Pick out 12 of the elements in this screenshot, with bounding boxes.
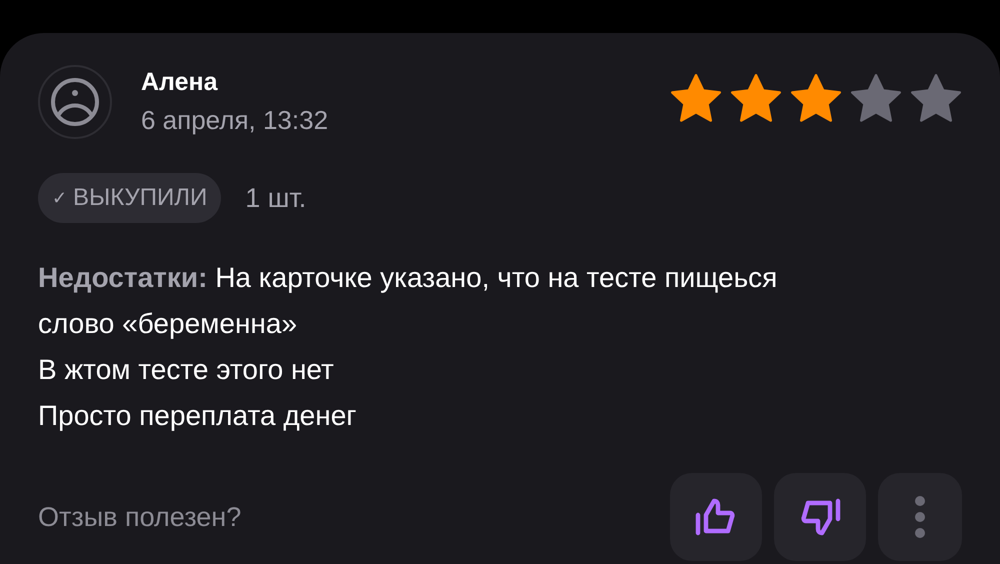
more-button[interactable]	[878, 473, 962, 561]
avatar-icon	[38, 65, 112, 139]
helpful-prompt: Отзыв полезен?	[38, 500, 242, 534]
author-name: Алена	[141, 67, 219, 98]
review-text: Недостатки: На карточке указано, что на тесте пищеься слово «беременна» В жтом тесте этого нет Просто переплата денег	[38, 261, 778, 433]
badge-label: ВЫКУПИЛИ	[73, 183, 208, 213]
dislike-button[interactable]	[774, 473, 866, 561]
check-icon: ✓	[52, 184, 67, 212]
like-button[interactable]	[670, 473, 762, 561]
review-date: 6 апреля, 13:32	[141, 104, 328, 137]
quantity-text: 1 шт.	[245, 182, 306, 215]
more-icon	[914, 495, 926, 539]
